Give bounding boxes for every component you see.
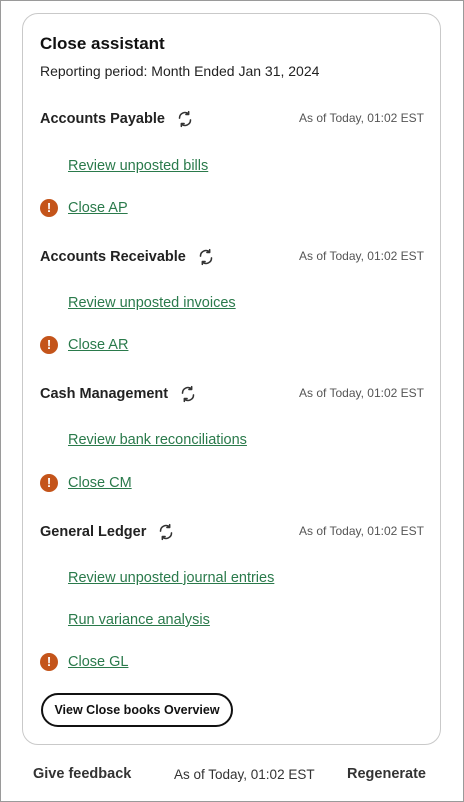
review-unposted-invoices-link[interactable]: Review unposted invoices — [68, 295, 236, 311]
view-close-books-overview-button[interactable]: View Close books Overview — [41, 693, 233, 727]
exclamation-warning-icon: ! — [40, 199, 58, 217]
close-ap-link[interactable]: Close AP — [68, 200, 128, 216]
section-header-gl: General Ledger — [40, 521, 177, 543]
section-header-cm: Cash Management — [40, 383, 199, 405]
section-title: Accounts Payable — [40, 111, 165, 127]
section-timestamp: As of Today, 01:02 EST — [299, 524, 424, 538]
section-timestamp: As of Today, 01:02 EST — [299, 249, 424, 263]
close-gl-row: ! Close GL — [40, 653, 128, 671]
section-header-ar: Accounts Receivable — [40, 246, 217, 268]
section-timestamp: As of Today, 01:02 EST — [299, 111, 424, 125]
refresh-icon[interactable] — [174, 108, 196, 130]
close-gl-link[interactable]: Close GL — [68, 654, 128, 670]
refresh-icon[interactable] — [195, 246, 217, 268]
review-unposted-bills-link[interactable]: Review unposted bills — [68, 158, 208, 174]
close-ap-row: ! Close AP — [40, 199, 128, 217]
refresh-icon[interactable] — [155, 521, 177, 543]
close-cm-row: ! Close CM — [40, 474, 132, 492]
footer-timestamp: As of Today, 01:02 EST — [174, 767, 315, 782]
section-title: Accounts Receivable — [40, 249, 186, 265]
close-cm-link[interactable]: Close CM — [68, 475, 132, 491]
section-header-ap: Accounts Payable — [40, 108, 196, 130]
refresh-icon[interactable] — [177, 383, 199, 405]
close-ar-link[interactable]: Close AR — [68, 337, 128, 353]
reporting-period: Reporting period: Month Ended Jan 31, 20… — [40, 63, 320, 79]
exclamation-warning-icon: ! — [40, 474, 58, 492]
card-title: Close assistant — [40, 34, 165, 53]
close-ar-row: ! Close AR — [40, 336, 128, 354]
section-title: Cash Management — [40, 386, 169, 402]
section-title: General Ledger — [40, 524, 147, 540]
run-variance-analysis-link[interactable]: Run variance analysis — [68, 612, 210, 628]
section-timestamp: As of Today, 01:02 EST — [299, 386, 424, 400]
regenerate-button[interactable]: Regenerate — [347, 766, 426, 782]
review-bank-reconciliations-link[interactable]: Review bank reconciliations — [68, 432, 247, 448]
exclamation-warning-icon: ! — [40, 653, 58, 671]
exclamation-warning-icon: ! — [40, 336, 58, 354]
review-unposted-journal-entries-link[interactable]: Review unposted journal entries — [68, 570, 274, 586]
give-feedback-button[interactable]: Give feedback — [33, 766, 131, 782]
